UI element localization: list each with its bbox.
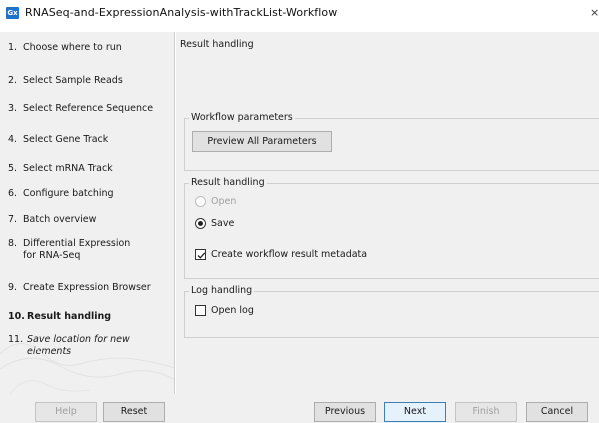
- step-label: Differential Expression: [23, 238, 131, 249]
- step-label: Configure batching: [23, 188, 114, 199]
- preview-all-parameters-button[interactable]: Preview All Parameters: [192, 131, 332, 152]
- previous-button[interactable]: Previous: [314, 402, 376, 422]
- step-label: Batch overview: [23, 214, 97, 225]
- group-legend: Log handling: [189, 285, 255, 297]
- step-label: Choose where to run: [23, 42, 122, 53]
- app-logo-icon: Gx: [6, 7, 19, 19]
- wizard-button-bar: Help Reset Previous Next Finish Cancel: [0, 394, 599, 423]
- cancel-button[interactable]: Cancel: [526, 402, 588, 422]
- wizard-steps-sidebar: 1. Choose where to run 2. Select Sample Re…: [0, 32, 175, 394]
- reset-button[interactable]: Reset: [103, 402, 165, 422]
- title-bar: Gx RNASeq-and-ExpressionAnalysis-withTra…: [0, 0, 599, 26]
- main-panel: Result handling Workflow parameters Prev…: [176, 32, 599, 394]
- next-button[interactable]: Next: [384, 402, 446, 422]
- checkmark-icon: [195, 249, 206, 260]
- page-title: Result handling: [180, 39, 254, 50]
- step-select-mrna-track[interactable]: 5. Select mRNA Track: [8, 163, 113, 175]
- step-choose-where-to-run[interactable]: 1. Choose where to run: [8, 42, 122, 54]
- open-log-checkbox[interactable]: Open log: [195, 305, 254, 316]
- radio-circle-checked: [195, 218, 206, 229]
- group-legend: Workflow parameters: [189, 112, 295, 124]
- open-radio-label: Open: [211, 196, 237, 207]
- step-select-sample-reads[interactable]: 2. Select Sample Reads: [8, 75, 123, 87]
- checkbox-box: [195, 305, 206, 316]
- log-handling-group: Log handling Open log: [184, 285, 599, 338]
- step-label-continued: for RNA-Seq: [23, 250, 81, 261]
- step-label: Create Expression Browser: [23, 282, 151, 293]
- save-radio-label: Save: [211, 218, 235, 229]
- help-button[interactable]: Help: [35, 402, 97, 422]
- group-legend: Result handling: [189, 177, 267, 189]
- result-handling-group: Result handling Open Save Create workflo…: [184, 177, 599, 279]
- radio-circle: [195, 196, 206, 207]
- window-title: RNASeq-and-ExpressionAnalysis-withTrackL…: [25, 6, 338, 19]
- finish-button[interactable]: Finish: [455, 402, 517, 422]
- step-select-gene-track[interactable]: 4. Select Gene Track: [8, 134, 108, 146]
- open-radio[interactable]: Open: [195, 196, 236, 207]
- step-label: Select Gene Track: [23, 134, 109, 145]
- step-select-reference-sequence[interactable]: 3. Select Reference Sequence: [8, 103, 153, 115]
- step-label: Select Sample Reads: [23, 75, 123, 86]
- save-radio[interactable]: Save: [195, 218, 234, 229]
- step-label: Select Reference Sequence: [23, 103, 154, 114]
- open-log-label: Open log: [211, 305, 254, 316]
- create-metadata-label: Create workflow result metadata: [211, 249, 368, 260]
- step-create-expression-browser[interactable]: 9. Create Expression Browser: [8, 282, 151, 294]
- close-icon[interactable]: ×: [590, 6, 599, 19]
- decorative-wave-graphic: [0, 343, 174, 394]
- step-batch-overview[interactable]: 7. Batch overview: [8, 214, 96, 226]
- create-metadata-checkbox[interactable]: Create workflow result metadata: [195, 249, 367, 260]
- step-configure-batching[interactable]: 6. Configure batching: [8, 188, 114, 200]
- step-label: Select mRNA Track: [23, 163, 113, 174]
- workflow-parameters-group: Workflow parameters Preview All Paramete…: [184, 112, 599, 171]
- step-differential-expression[interactable]: 8. Differential Expression for RNA-Seq: [8, 238, 130, 262]
